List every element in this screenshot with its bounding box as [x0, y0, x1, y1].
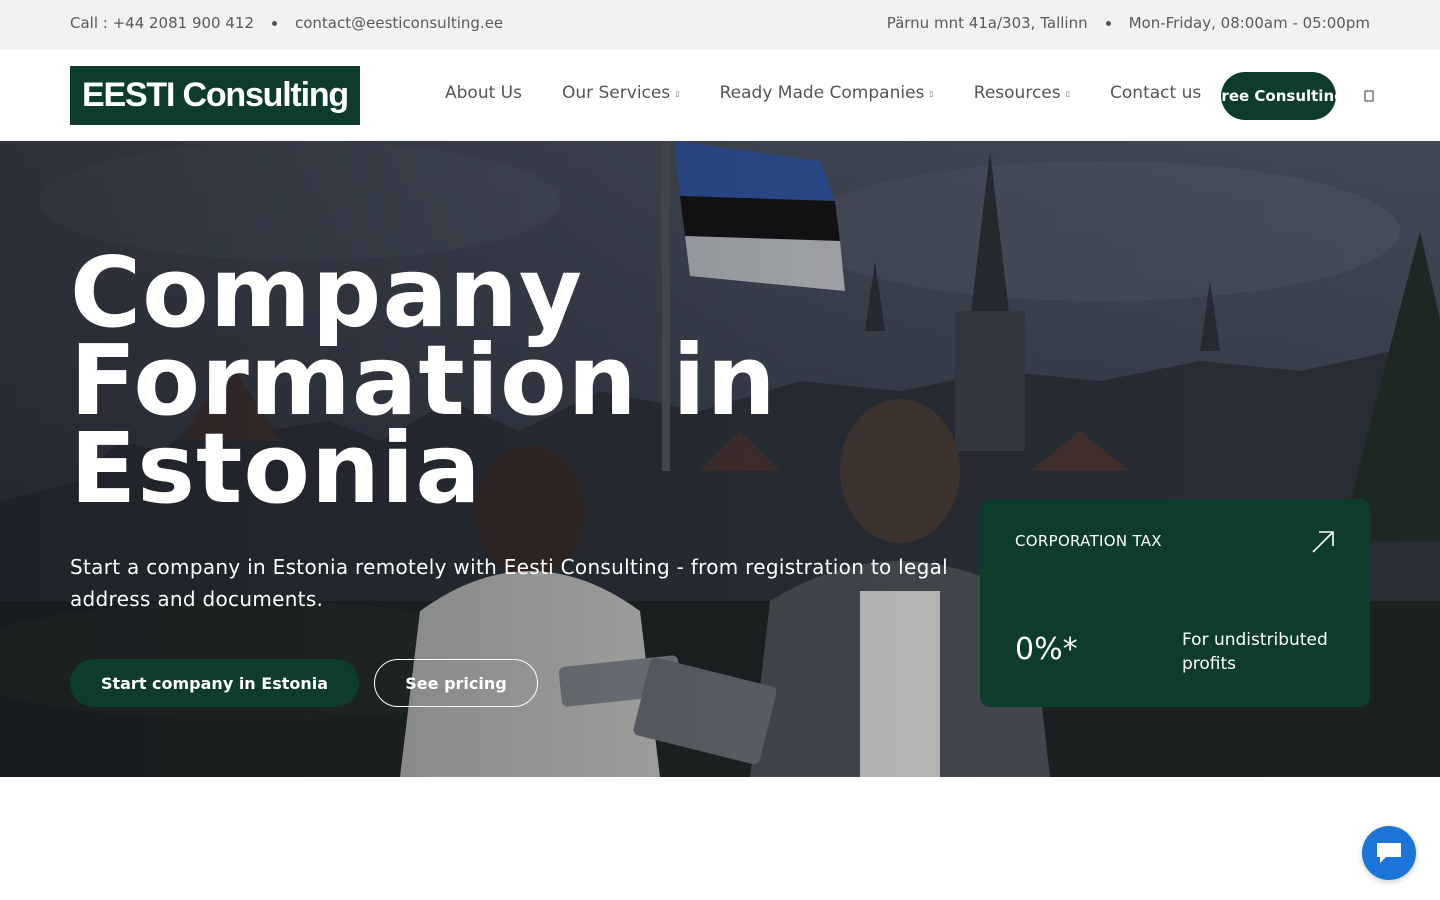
live-chat-button[interactable] — [1362, 826, 1416, 880]
top-info-bar: Call : +44 2081 900 412 contact@eesticon… — [0, 0, 1440, 50]
nav-label: Resources — [973, 83, 1061, 103]
nav-about-us[interactable]: About Us — [445, 83, 522, 103]
nav-contact-us[interactable]: Contact us — [1110, 83, 1201, 103]
nav-ready-made-companies[interactable]: Ready Made Companies ▯ — [720, 83, 934, 103]
site-header: EESTI Consulting About Us Our Services ▯… — [0, 50, 1440, 141]
hero-section: Company Formation in Estonia Start a com… — [0, 141, 1440, 777]
corporation-tax-card[interactable]: CORPORATION TAX 0%* For undistributed pr… — [980, 499, 1370, 707]
tax-rate-description: For undistributed profits — [1182, 630, 1328, 674]
free-consulting-button[interactable]: Free Consulting — [1221, 72, 1336, 120]
hero-subtitle: Start a company in Estonia remotely with… — [70, 555, 949, 611]
location-info: Pärnu mnt 41a/303, Tallinn Mon-Friday, 0… — [887, 14, 1370, 32]
chevron-down-icon: ▯ — [929, 88, 934, 98]
main-nav: About Us Our Services ▯ Ready Made Compa… — [445, 83, 1201, 103]
tax-rate-value: 0%* — [1015, 632, 1078, 667]
nav-label: About Us — [445, 83, 522, 103]
see-pricing-button[interactable]: See pricing — [374, 659, 538, 707]
chevron-down-icon: ▯ — [1065, 88, 1071, 98]
nav-label: Ready Made Companies — [719, 83, 925, 103]
phone-link[interactable]: Call : +44 2081 900 412 — [70, 14, 254, 32]
nav-label: Contact us — [1110, 83, 1202, 103]
logo-text: EESTI Consulting — [81, 76, 349, 114]
nav-our-services[interactable]: Our Services ▯ — [562, 83, 680, 103]
chat-bubble-icon — [1377, 843, 1401, 863]
hero-title: Company Formation in Estonia — [70, 236, 777, 525]
nav-resources[interactable]: Resources ▯ — [974, 83, 1070, 103]
arrow-up-right-icon[interactable] — [1311, 530, 1335, 554]
email-link[interactable]: contact@eesticonsulting.ee — [295, 14, 503, 32]
chevron-down-icon: ▯ — [675, 88, 680, 98]
search-icon[interactable] — [1364, 90, 1374, 102]
nav-label: Our Services — [561, 83, 671, 103]
cta-label: Free Consulting — [1221, 87, 1336, 105]
start-company-button[interactable]: Start company in Estonia — [70, 659, 359, 707]
contact-info: Call : +44 2081 900 412 contact@eesticon… — [70, 14, 503, 32]
tax-card-label: CORPORATION TAX — [1015, 532, 1162, 550]
opening-hours: Mon-Friday, 08:00am - 05:00pm — [1128, 14, 1370, 32]
separator-dot — [1105, 20, 1111, 26]
site-logo[interactable]: EESTI Consulting — [70, 66, 360, 125]
separator-dot — [271, 20, 277, 26]
address-text: Pärnu mnt 41a/303, Tallinn — [886, 14, 1088, 32]
